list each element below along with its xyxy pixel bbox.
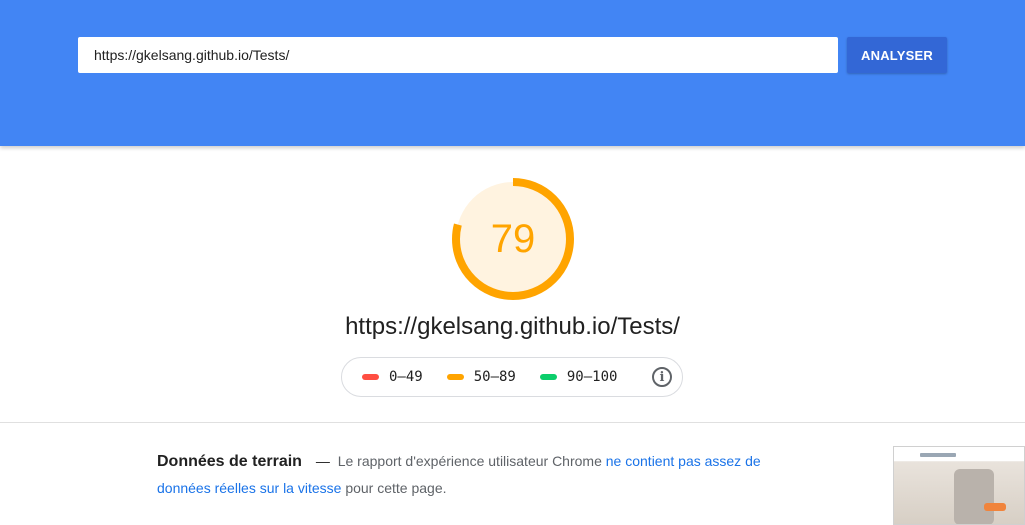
legend-label-pass: 90–100: [566, 369, 618, 385]
legend-label-average: 50–89: [473, 369, 516, 385]
score-legend: 0–49 50–89 90–100 i: [341, 357, 683, 397]
thumbnail-phone-image: [954, 469, 994, 524]
page-screenshot-thumbnail: [893, 446, 1025, 525]
thumbnail-button: [984, 503, 1006, 511]
section-divider: [0, 422, 1025, 423]
legend-item-average: 50–89: [446, 369, 516, 385]
legend-label-fail: 0–49: [389, 369, 423, 385]
orange-bar-icon: [446, 374, 464, 380]
field-data-section: Données de terrain — Le rapport d'expéri…: [157, 448, 817, 501]
red-bar-icon: [362, 374, 379, 380]
legend-item-fail: 0–49: [362, 369, 423, 385]
field-data-text-after: pour cette page.: [345, 480, 447, 496]
performance-score-gauge: 79: [452, 178, 574, 300]
legend-item-pass: 90–100: [539, 369, 618, 385]
field-data-dash: —: [315, 453, 330, 469]
green-bar-icon: [539, 374, 557, 380]
analyze-button[interactable]: ANALYSER: [847, 37, 947, 73]
score-value: 79: [490, 216, 536, 261]
field-data-title: Données de terrain: [157, 453, 302, 470]
info-icon[interactable]: i: [652, 367, 672, 387]
field-data-text: Le rapport d'expérience utilisateur Chro…: [337, 453, 602, 469]
header-bar: ANALYSER: [0, 0, 1025, 146]
thumbnail-logo: [920, 453, 956, 457]
url-input[interactable]: [78, 37, 838, 73]
tested-url: https://gkelsang.github.io/Tests/: [345, 313, 680, 340]
